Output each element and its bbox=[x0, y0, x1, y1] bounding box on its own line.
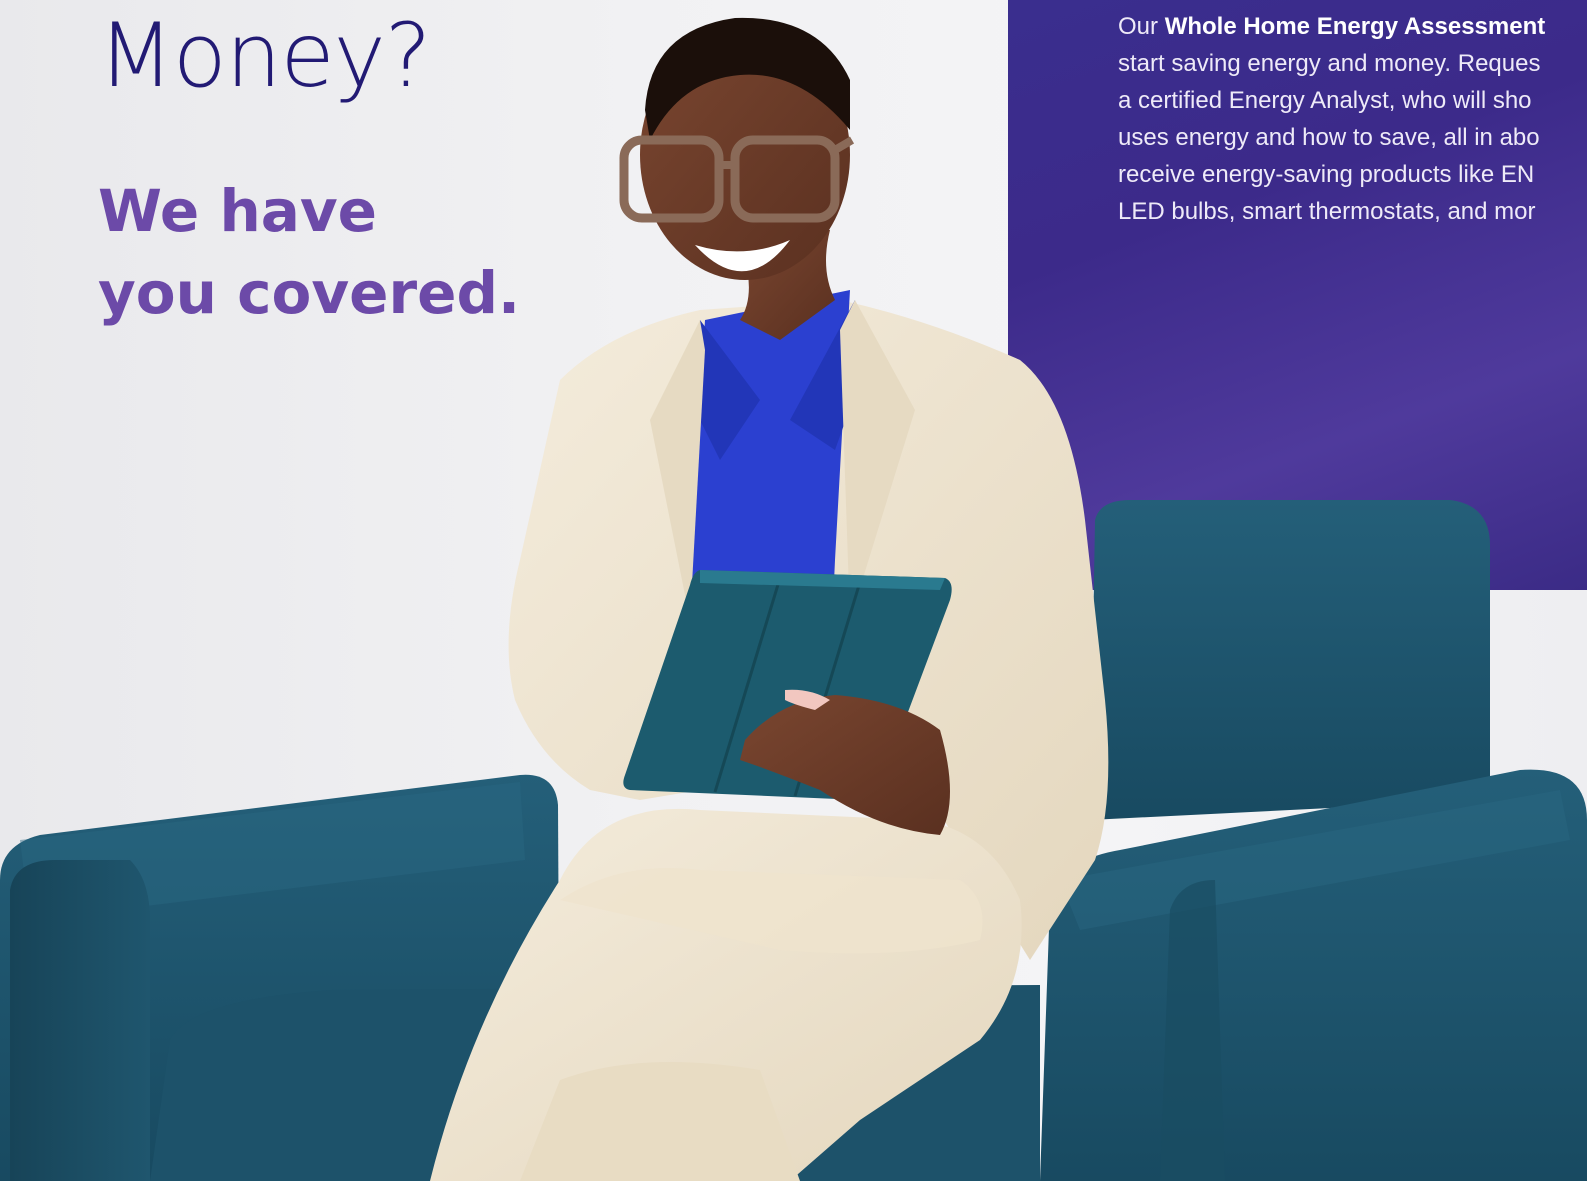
hero-photo bbox=[0, 17, 1587, 1181]
